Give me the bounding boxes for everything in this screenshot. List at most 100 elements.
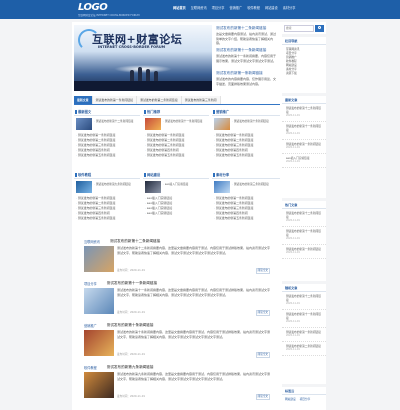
box-list-item[interactable]: 测试发布的新第三条新闻链接 (76, 206, 138, 210)
box-list-item[interactable]: seo插入门实验链接 (145, 196, 207, 200)
box-list-item[interactable]: 测试发布的新第二条新闻链接 (76, 201, 138, 205)
box-list-item[interactable]: 测试发布的新第四条新闻 (76, 211, 138, 215)
sidebar-recent-item[interactable]: 测试发布的新第一条新闻链接 2020-11-01 (282, 140, 326, 154)
box-list-item[interactable]: 测试发布的新第二条新闻链接 (214, 201, 278, 205)
box-thumbnail[interactable] (76, 118, 92, 130)
sidebar-random-item[interactable]: 测试发布的新第十二条新闻链接 2020-11-01 (282, 292, 326, 310)
box-list-item[interactable]: 测试发布的新第四条新闻 (214, 211, 278, 215)
box-title[interactable]: 热门推荐 (147, 108, 160, 116)
tab-latest[interactable]: 最新文章 (74, 96, 93, 104)
box-thumbnail[interactable] (214, 118, 230, 130)
box-list-item[interactable]: 测试发布的新第五条新闻链接 (76, 153, 138, 157)
site-logo[interactable]: LOGO (78, 2, 116, 13)
article-thumbnail[interactable] (84, 372, 114, 398)
box-thumbnail[interactable] (214, 181, 230, 193)
tab-item[interactable]: 测试发布的新第一条新闻链接 (92, 96, 138, 104)
article-title[interactable]: 测试发布的新第十二条新闻链接 (110, 239, 160, 244)
search-button[interactable] (315, 24, 324, 32)
box-list-item[interactable]: seo插入门实验链接 (145, 211, 207, 215)
article-category[interactable]: 项目分享 (84, 281, 97, 286)
box-thumbnail[interactable] (145, 181, 161, 193)
box-list-item[interactable]: 测试发布的新第一条新闻链接 (76, 133, 138, 137)
box-title[interactable]: 营销推广 (216, 108, 229, 116)
box-list-item[interactable]: 测试发布的新第一条新闻链接 (76, 196, 138, 200)
box-thumbnail[interactable] (145, 118, 161, 130)
box-list-item[interactable]: seo插入门实验链接 (145, 201, 207, 205)
box-list-item[interactable]: 测试发布的新第三条新闻链接 (214, 206, 278, 210)
tab-item[interactable]: 测试发布的新第二条新闻链接 (137, 96, 182, 104)
box-thumbnail[interactable] (76, 181, 92, 193)
read-more-button[interactable]: 阅读全文 (255, 310, 270, 316)
box-list-item[interactable]: 测试发布的新第一条新闻链接 (214, 196, 278, 200)
nav-item[interactable]: 素材分享 (283, 6, 296, 11)
sidebar-recent-item[interactable]: seo插入门实验链接 2020-11-01 (282, 154, 326, 168)
sidebar-random-title[interactable]: 测试发布的新第十一条新闻链接 (286, 312, 322, 320)
sidebar-hot-title[interactable]: 测试发布的新第十一条新闻链接 (286, 229, 322, 237)
article-title[interactable]: 测试发布的新第九条新闻链接 (107, 365, 154, 370)
sidebar-recent-title[interactable]: 测试发布的新第十二条新闻链接 (286, 106, 322, 114)
search-input[interactable] (284, 24, 314, 32)
featured-title[interactable]: 测试发布的新第十二条新闻链接 (216, 26, 266, 31)
box-list-item[interactable]: 测试发布的新第四条新闻 (145, 148, 207, 152)
box-list-item[interactable]: 测试发布的新第一条新闻链接 (214, 133, 278, 137)
tag-link[interactable]: 项目分享 (300, 397, 311, 401)
tab-item[interactable]: 测试发布的新第三条新闻 (181, 96, 221, 104)
read-more-button[interactable]: 阅读全文 (255, 268, 270, 274)
sidebar-category-item[interactable]: 资源下载 (282, 71, 326, 75)
box-thumb-title[interactable]: 测试发布的新第十条新闻链接 (232, 119, 278, 123)
box-list-item[interactable]: 测试发布的新第四条新闻 (76, 148, 138, 152)
article-thumbnail[interactable] (84, 288, 114, 314)
box-list-item[interactable]: 测试发布的新第二条新闻链接 (76, 138, 138, 142)
sidebar-hot-title[interactable]: 测试发布的新第十二条新闻链接 (286, 211, 322, 219)
article-category[interactable]: 软件教程 (84, 365, 97, 370)
box-list-item[interactable]: seo插入门实验链接 (145, 206, 207, 210)
sidebar-random-item[interactable]: 测试发布的新第二条新闻链接 2020-11-01 (282, 342, 326, 356)
box-thumb-title[interactable]: 测试发布的新第三条新闻链接 (232, 182, 278, 186)
hero-banner[interactable]: 互联网+财富论坛 INTERNET CROSS-BORDER FORUM (74, 25, 212, 91)
box-title[interactable]: 网站建设 (147, 171, 160, 179)
box-list-item[interactable]: 测试发布的新第四条新闻 (214, 148, 278, 152)
sidebar-random-item[interactable]: 测试发布的新第十一条新闻链接 2020-11-01 (282, 310, 326, 328)
sidebar-random-title[interactable]: 测试发布的新第十二条新闻链接 (286, 294, 322, 302)
box-list-item[interactable]: 测试发布的新第五条新闻链接 (145, 153, 207, 157)
box-thumb-title[interactable]: seo插入门实验链接 (163, 182, 207, 186)
box-title[interactable]: 最新图文 (78, 108, 91, 116)
sidebar-hot-item[interactable]: 测试发布的新第十二条新闻链接 2020-11-01 (282, 209, 326, 227)
sidebar-hot-item[interactable]: 测试发布的新第十一条新闻链接 2020-11-01 (282, 227, 326, 245)
nav-item[interactable]: 软件教程 (247, 6, 260, 11)
box-list-item[interactable]: 测试发布的新第五条新闻链接 (214, 153, 278, 157)
box-list-item[interactable]: 测试发布的新第三条新闻链接 (145, 143, 207, 147)
nav-item[interactable]: 项目分享 (212, 6, 225, 11)
read-more-button[interactable]: 阅读全文 (255, 352, 270, 358)
article-thumbnail[interactable] (84, 330, 114, 356)
box-thumb-title[interactable]: 测试发布的新第九条新闻链接 (94, 182, 138, 186)
sidebar-random-item[interactable]: 测试发布的新第一条新闻链接 2020-11-01 (282, 328, 326, 342)
read-more-button[interactable]: 阅读全文 (255, 394, 270, 400)
article-title[interactable]: 测试发布的新第十一条新闻链接 (107, 281, 157, 286)
sidebar-recent-title[interactable]: 测试发布的新第十一条新闻链接 (286, 124, 322, 132)
box-thumb-title[interactable]: 测试发布的新第十二条新闻链接 (94, 119, 138, 123)
box-title[interactable]: 素材分享 (216, 171, 229, 179)
article-title[interactable]: 测试发布的新第十条新闻链接 (107, 323, 154, 328)
box-list-item[interactable]: 测试发布的新第五条新闻链接 (76, 216, 138, 220)
nav-item[interactable]: 网站首页 (173, 6, 186, 11)
article-thumbnail[interactable] (84, 246, 114, 272)
box-list-item[interactable]: 测试发布的新第二条新闻链接 (145, 138, 207, 142)
article-category[interactable]: 营销推广 (84, 323, 97, 328)
sidebar-recent-item[interactable]: 测试发布的新第十一条新闻链接 2020-11-01 (282, 122, 326, 140)
article-category[interactable]: 互联网资讯 (84, 239, 100, 244)
nav-item[interactable]: 营销推广 (229, 6, 242, 11)
nav-item[interactable]: 互联网资讯 (191, 6, 207, 11)
sidebar-hot-item[interactable]: 测试发布的新第一条新闻链接 2020-11-01 (282, 245, 326, 259)
box-thumb-title[interactable]: 测试发布的新第十一条新闻链接 (163, 119, 207, 123)
featured-title[interactable]: 测试发布的新第十一条新闻链接 (216, 48, 266, 53)
nav-item[interactable]: 网站建设 (265, 6, 278, 11)
box-list-item[interactable]: 测试发布的新第一条新闻链接 (145, 133, 207, 137)
tag-link[interactable]: 网站建设 (285, 397, 296, 401)
box-list-item[interactable]: 测试发布的新第三条新闻链接 (214, 143, 278, 147)
box-list-item[interactable]: 测试发布的新第三条新闻链接 (76, 143, 138, 147)
featured-title[interactable]: 测试发布的新第一条新闻链接 (216, 71, 263, 76)
sidebar-recent-item[interactable]: 测试发布的新第十二条新闻链接 2020-11-01 (282, 104, 326, 122)
box-list-item[interactable]: 测试发布的新第五条新闻链接 (214, 216, 278, 220)
box-title[interactable]: 软件教程 (78, 171, 91, 179)
